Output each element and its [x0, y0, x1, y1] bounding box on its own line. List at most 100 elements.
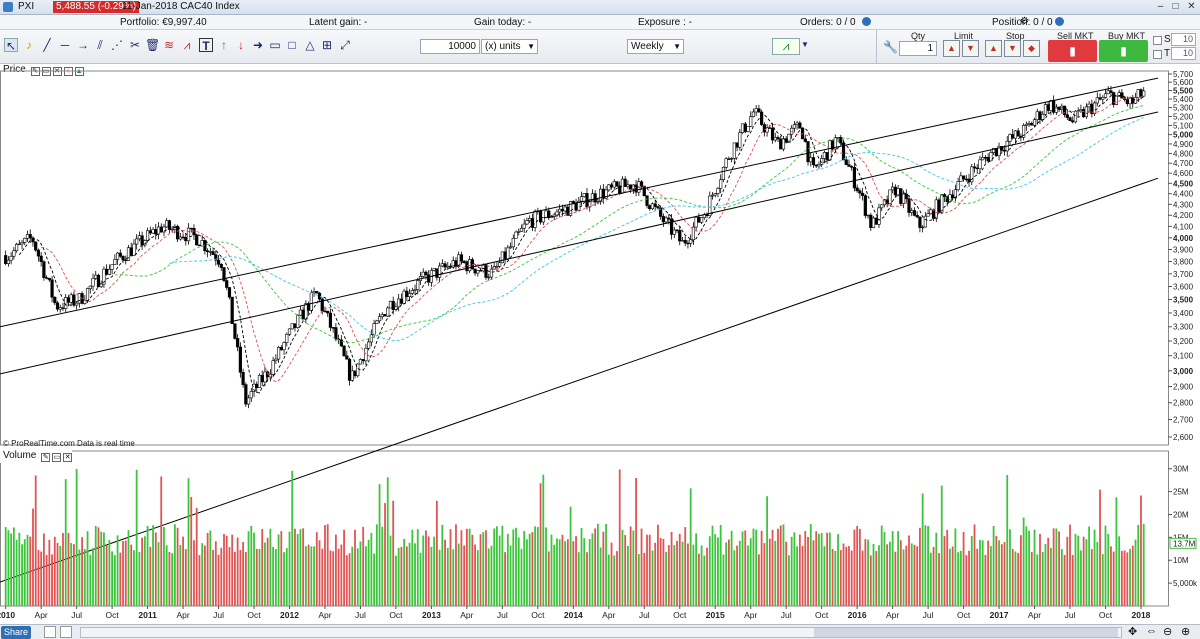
candle-body	[115, 252, 120, 260]
candle-body	[724, 158, 728, 168]
volume-bar	[277, 534, 280, 606]
x-axis-tick-label: Oct	[673, 610, 687, 620]
stop-buy-button[interactable]: ▲	[985, 40, 1002, 57]
right-arrow-icon[interactable]: ➜	[251, 38, 265, 52]
volume-bar	[266, 537, 269, 606]
pointer-tool-icon[interactable]: ↖	[4, 38, 18, 53]
position-info-icon[interactable]	[1055, 17, 1064, 28]
volume-bar	[785, 541, 788, 606]
scrollbar-thumb[interactable]	[814, 628, 1118, 637]
volume-bar	[640, 528, 643, 606]
buy-mkt-button[interactable]: ▮	[1099, 40, 1148, 62]
volume-bar	[1017, 552, 1020, 606]
units-select[interactable]: (x) units ▼	[481, 39, 538, 54]
volume-bar	[86, 531, 89, 606]
sell-arrow-icon[interactable]: ↓	[234, 38, 248, 52]
cross-arrows-icon[interactable]: ✥	[1128, 625, 1137, 638]
chevron-down-icon[interactable]: ▼	[798, 38, 812, 52]
zoom-line-icon[interactable]: ⤢	[338, 38, 352, 52]
minimize-icon[interactable]: ‒	[1155, 2, 1166, 12]
camera-icon[interactable]	[44, 626, 56, 638]
candle-body	[443, 263, 447, 268]
quantity-input[interactable]: 10000	[420, 39, 480, 54]
fibonacci-fan-icon[interactable]: ⩘	[180, 38, 194, 52]
volume-bar	[572, 541, 575, 606]
volume-bar	[621, 529, 624, 606]
sell-mkt-button[interactable]: ▮	[1048, 40, 1097, 62]
volume-bar	[897, 531, 899, 606]
candle-body	[508, 246, 513, 249]
rectangle-tool-icon[interactable]: ▭	[268, 38, 282, 52]
volume-bar	[81, 537, 83, 606]
close-panel-icon[interactable]: ✕	[63, 453, 73, 462]
window-icon[interactable]: ▭	[52, 453, 62, 462]
x-axis-tick-label: 2014	[564, 610, 583, 620]
volume-bar	[779, 525, 782, 606]
volume-bar	[496, 526, 498, 606]
stop-trail-button[interactable]: ◆	[1023, 40, 1040, 57]
candle-body	[342, 345, 346, 357]
volume-bar	[160, 476, 163, 606]
settings-icon[interactable]: ⚙	[1020, 16, 1029, 27]
limit-buy-button[interactable]: ▲	[943, 40, 960, 57]
print-icon[interactable]	[60, 626, 72, 638]
magnet-tool-icon[interactable]: ⊞	[320, 38, 334, 52]
maximize-icon[interactable]: □	[1170, 2, 1181, 12]
volume-bar	[206, 532, 209, 606]
fan-tool-icon[interactable]: ⋰	[110, 38, 124, 52]
orders-count[interactable]: Orders: 0 / 0	[800, 17, 856, 28]
square-tool-icon[interactable]: □	[285, 38, 299, 52]
share-button[interactable]: Share	[1, 626, 32, 639]
t-value-field[interactable]: 10	[1171, 47, 1196, 60]
qty-input[interactable]: 1	[899, 41, 937, 56]
s-value-field[interactable]: 10	[1171, 33, 1196, 46]
price-y-tick-label: 3,500	[1173, 296, 1194, 305]
volume-bar	[788, 555, 790, 606]
fibonacci-icon[interactable]: ≋	[162, 38, 176, 52]
volume-bar	[992, 525, 995, 606]
candle-body	[200, 240, 204, 247]
limit-sell-button[interactable]: ▼	[962, 40, 979, 57]
buy-arrow-icon[interactable]: ↑	[217, 38, 231, 52]
alert-bell-icon[interactable]: ♪	[22, 38, 36, 52]
channel-tool-icon[interactable]: ⫽	[93, 38, 107, 52]
volume-bar	[927, 526, 930, 606]
price-chart[interactable]: 5,7005,6005,5005,4005,3005,2005,1005,000…	[0, 64, 1200, 624]
volume-bar	[790, 536, 793, 606]
volume-bar	[1112, 551, 1115, 606]
zoom-out-icon[interactable]: ⊖	[1163, 625, 1172, 638]
candle-body	[219, 263, 223, 268]
t-checkbox[interactable]	[1153, 50, 1162, 59]
x-axis-tick-label: Apr	[460, 610, 473, 620]
volume-bar	[607, 554, 610, 606]
s-checkbox[interactable]	[1153, 36, 1162, 45]
horizontal-ray-icon[interactable]: →	[76, 38, 90, 52]
zoom-in-icon[interactable]: ⊕	[1181, 625, 1190, 638]
stop-sell-button[interactable]: ▼	[1004, 40, 1021, 57]
candle-body	[582, 193, 586, 197]
trendline-tool-icon[interactable]: ╱	[40, 38, 54, 52]
wrench-icon[interactable]: 🔧	[883, 40, 898, 54]
candle-body	[121, 256, 125, 261]
volume-bar	[474, 544, 476, 606]
volume-bar	[858, 528, 861, 606]
wrench-icon[interactable]: ✎	[41, 453, 51, 462]
horizontal-line-icon[interactable]: ─	[58, 38, 72, 52]
candle-body	[893, 186, 897, 196]
candle-body	[17, 243, 21, 246]
candle-body	[1008, 134, 1012, 142]
text-tool-icon[interactable]: T	[199, 38, 213, 53]
chart-type-icon[interactable]: ⩘	[772, 38, 800, 55]
fit-icon[interactable]: ⇔	[1146, 625, 1157, 637]
close-icon[interactable]: ✕	[1186, 2, 1197, 12]
period-select[interactable]: Weekly ▼	[627, 39, 684, 54]
volume-bar	[10, 533, 13, 606]
triangle-tool-icon[interactable]: △	[303, 38, 317, 52]
delete-icon[interactable]: 🗑	[145, 38, 160, 52]
volume-bar	[733, 550, 736, 606]
cross-tool-icon[interactable]: ✂	[128, 38, 142, 52]
volume-bar	[888, 541, 891, 606]
candle-body	[465, 262, 469, 272]
horizontal-scrollbar[interactable]	[80, 627, 1122, 638]
orders-info-icon[interactable]	[862, 17, 871, 28]
